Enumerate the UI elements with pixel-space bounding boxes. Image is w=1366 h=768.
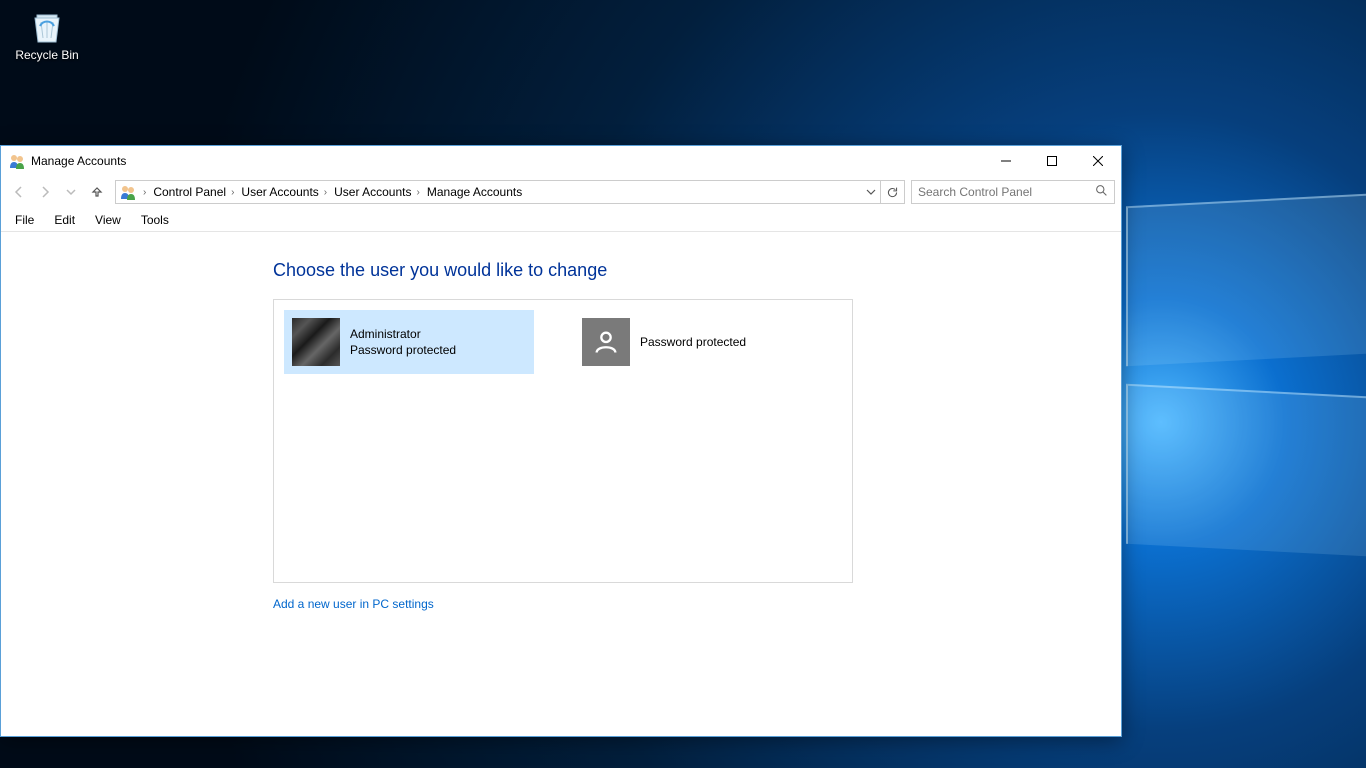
close-button[interactable] — [1075, 146, 1121, 176]
user-accounts-icon — [120, 184, 136, 200]
chevron-right-icon: › — [321, 187, 332, 198]
user-status: Password protected — [640, 334, 746, 350]
menu-edit[interactable]: Edit — [46, 211, 83, 229]
maximize-button[interactable] — [1029, 146, 1075, 176]
back-button[interactable] — [7, 180, 31, 204]
breadcrumb-user-accounts-2[interactable]: User Accounts — [332, 185, 413, 199]
chevron-right-icon: › — [140, 187, 151, 198]
nav-row: › Control Panel › User Accounts › User A… — [1, 176, 1121, 208]
recycle-bin-label: Recycle Bin — [10, 48, 84, 62]
titlebar[interactable]: Manage Accounts — [1, 146, 1121, 176]
wallpaper-beam — [1126, 384, 1366, 557]
search-icon[interactable] — [1095, 184, 1108, 200]
user-name: Administrator — [350, 326, 456, 342]
user-list-box: Administrator Password protected Passwor… — [273, 299, 853, 583]
chevron-right-icon: › — [228, 187, 239, 198]
search-box[interactable] — [911, 180, 1115, 204]
recycle-bin-glyph — [27, 6, 67, 46]
menu-file[interactable]: File — [7, 211, 42, 229]
page-heading: Choose the user you would like to change — [273, 260, 1121, 281]
menu-bar: File Edit View Tools — [1, 208, 1121, 232]
breadcrumb-manage-accounts[interactable]: Manage Accounts — [425, 185, 524, 199]
breadcrumb-user-accounts[interactable]: User Accounts — [239, 185, 320, 199]
manage-accounts-window: Manage Accounts › Control Panel › User A… — [0, 145, 1122, 737]
avatar — [292, 318, 340, 366]
user-status: Password protected — [350, 342, 456, 358]
search-input[interactable] — [918, 185, 1095, 199]
add-new-user-link[interactable]: Add a new user in PC settings — [273, 597, 1121, 611]
user-accounts-icon — [9, 153, 25, 169]
menu-view[interactable]: View — [87, 211, 129, 229]
wallpaper-beam — [1126, 194, 1366, 367]
window-title: Manage Accounts — [31, 154, 126, 168]
recent-locations-button[interactable] — [59, 180, 83, 204]
user-card-other[interactable]: Password protected — [574, 310, 824, 374]
breadcrumb-control-panel[interactable]: Control Panel — [151, 185, 228, 199]
avatar — [582, 318, 630, 366]
chevron-right-icon: › — [414, 187, 425, 198]
address-bar[interactable]: › Control Panel › User Accounts › User A… — [115, 180, 905, 204]
person-icon — [592, 328, 620, 356]
menu-tools[interactable]: Tools — [133, 211, 177, 229]
forward-button[interactable] — [33, 180, 57, 204]
address-history-button[interactable] — [862, 181, 880, 203]
content-area: Choose the user you would like to change… — [1, 232, 1121, 611]
recycle-bin-icon[interactable]: Recycle Bin — [10, 6, 84, 62]
minimize-button[interactable] — [983, 146, 1029, 176]
refresh-button[interactable] — [880, 181, 904, 203]
up-button[interactable] — [85, 180, 109, 204]
user-card-administrator[interactable]: Administrator Password protected — [284, 310, 534, 374]
